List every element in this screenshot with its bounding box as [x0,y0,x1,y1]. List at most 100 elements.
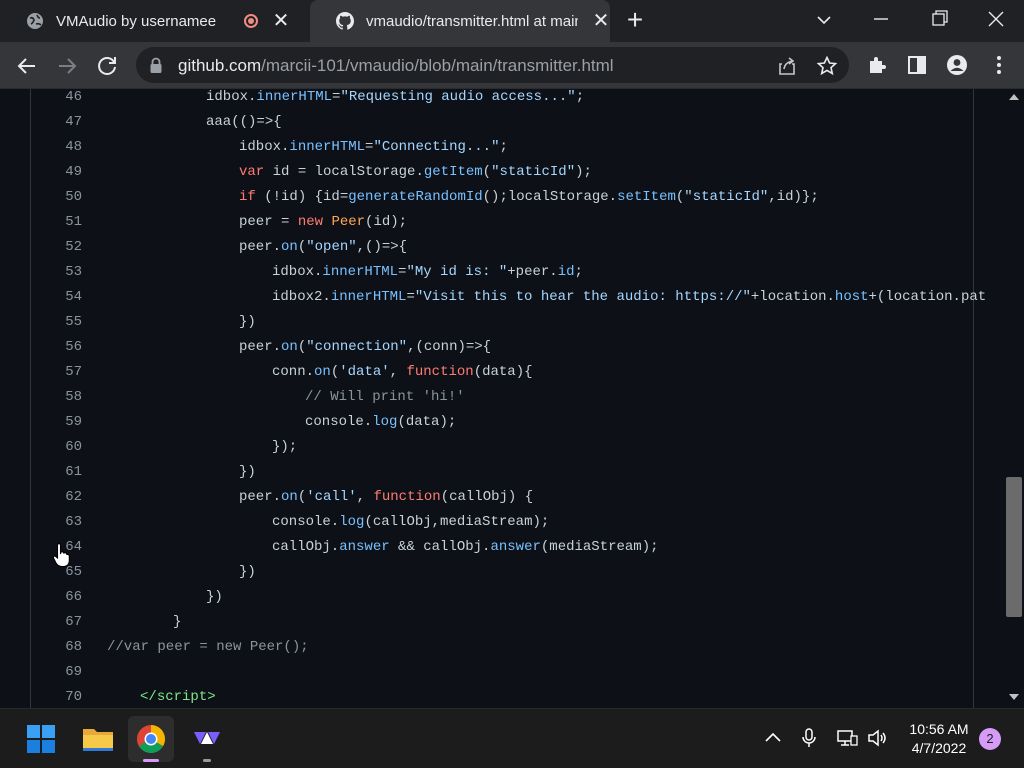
line-number[interactable]: 51 [31,210,82,235]
line-number[interactable]: 61 [31,460,82,485]
code-line: 63 console.log(callObj,mediaStream); [31,510,973,535]
code-token: script [156,689,208,705]
lock-icon[interactable] [149,57,163,74]
line-number[interactable]: 60 [31,435,82,460]
line-number[interactable]: 50 [31,185,82,210]
code-text: idbox.innerHTML="Connecting..."; [239,135,508,160]
code-token: </ [140,689,157,705]
profile-avatar-icon[interactable] [946,54,968,76]
close-tab-icon[interactable]: ✕ [592,11,610,31]
code-line: 52 peer.on("open",()=>{ [31,235,973,260]
bookmark-star-icon[interactable] [816,55,838,77]
code-token: "open" [306,239,357,255]
code-token: ; [575,89,585,105]
code-token: (data){ [473,364,533,380]
code-token: // Will print 'hi!' [305,389,465,405]
line-number[interactable]: 70 [31,685,82,708]
system-clock[interactable]: 10:56 AM 4/7/2022 [906,720,972,758]
code-token: answer [339,539,390,555]
code-token: , [356,489,374,505]
code-token: , [389,364,407,380]
code-token: ); [575,164,592,180]
show-hidden-icons-chevron-icon[interactable] [762,727,784,749]
github-file-view: 46 idbox.innerHTML="Requesting audio acce… [0,89,1024,708]
line-number[interactable]: 48 [31,135,82,160]
code-text: aaa(()=>{ [206,110,282,135]
code-text: peer = new Peer(id); [239,210,407,235]
line-number[interactable]: 63 [31,510,82,535]
volume-icon[interactable] [866,727,888,749]
vmaudio-taskbar-button[interactable] [184,716,230,762]
notification-badge[interactable]: 2 [979,728,1001,750]
file-explorer-taskbar-button[interactable] [74,716,120,762]
code-token: (callObj) { [440,489,534,505]
line-number[interactable]: 62 [31,485,82,510]
code-token: peer. [239,489,282,505]
code-line: 69 [31,660,973,685]
extensions-puzzle-icon[interactable] [866,54,888,76]
forward-arrow-icon[interactable] [54,53,80,79]
tab-github-transmitter[interactable]: vmaudio/transmitter.html at main ✕ [310,0,610,42]
globe-icon [27,13,43,29]
code-token: console. [305,414,373,430]
close-window-icon[interactable] [981,6,1011,32]
code-text: // Will print 'hi!' [305,385,465,410]
code-line: 67} [31,610,973,635]
line-number[interactable]: 47 [31,110,82,135]
line-number[interactable]: 58 [31,385,82,410]
code-token: ();localStorage. [482,189,618,205]
microphone-icon[interactable] [798,727,820,749]
more-menu-icon[interactable] [988,54,1010,76]
code-token: if [239,189,256,205]
line-number[interactable]: 55 [31,310,82,335]
close-tab-icon[interactable]: ✕ [272,11,290,31]
reload-icon[interactable] [94,53,120,79]
side-panel-icon[interactable] [906,54,928,76]
line-number[interactable]: 46 [31,89,82,110]
line-number[interactable]: 57 [31,360,82,385]
address-bar[interactable]: github.com/marcii-101/vmaudio/blob/main/… [136,47,849,83]
start-button[interactable] [18,716,64,762]
code-token: +(location.pat [868,289,987,305]
code-token: callObj. [272,539,340,555]
line-number[interactable]: 54 [31,285,82,310]
code-token: ; [574,264,583,280]
code-token: +location. [750,289,835,305]
line-number[interactable]: 56 [31,335,82,360]
tab-search-chevron-icon[interactable] [814,10,834,30]
code-text: var id = localStorage.getItem("staticId"… [239,160,592,185]
file-explorer-icon [83,729,113,751]
chrome-taskbar-button[interactable] [128,716,174,762]
line-number[interactable]: 59 [31,410,82,435]
code-token: ,(conn)=>{ [407,339,492,355]
code-text: }) [239,560,256,585]
line-number[interactable]: 52 [31,235,82,260]
code-token: answer [490,539,541,555]
url-host: github.com [178,56,262,75]
scroll-thumb[interactable] [1006,477,1022,617]
minimize-icon[interactable] [866,6,896,32]
code-text: if (!id) {id=generateRandomId();localSto… [239,185,819,210]
scroll-up-arrow-icon[interactable] [1009,94,1019,100]
share-icon[interactable] [776,55,798,77]
new-tab-button[interactable]: + [622,6,648,34]
line-number[interactable]: 66 [31,585,82,610]
scroll-down-arrow-icon[interactable] [1009,694,1019,700]
line-number[interactable]: 53 [31,260,82,285]
url-text[interactable]: github.com/marcii-101/vmaudio/blob/main/… [178,56,614,76]
code-token: ,()=>{ [356,239,408,255]
back-arrow-icon[interactable] [14,53,40,79]
line-number[interactable]: 67 [31,610,82,635]
code-line: 68 //var peer = new Peer(); [31,635,973,660]
restore-icon[interactable] [924,6,954,32]
line-number[interactable]: 69 [31,660,82,685]
line-number[interactable]: 68 [31,635,82,660]
tab-title: vmaudio/transmitter.html at main [366,12,578,30]
line-number[interactable]: 49 [31,160,82,185]
network-icon[interactable] [836,727,858,749]
code-token: idbox. [239,139,290,155]
tab-vmaudio[interactable]: VMAudio by usernamee ✕ [0,0,306,42]
github-icon [336,12,354,30]
page-scrollbar[interactable] [1004,89,1024,708]
code-token: on [281,239,298,255]
